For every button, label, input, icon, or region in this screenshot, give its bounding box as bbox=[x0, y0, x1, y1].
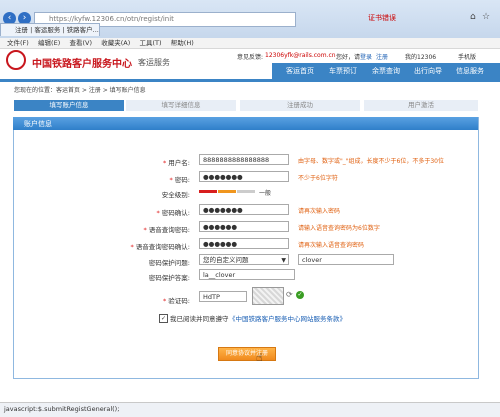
password-label: * 密码: bbox=[169, 176, 190, 184]
security-level-text: 一般 bbox=[259, 190, 272, 197]
captcha-label: * 验证码: bbox=[162, 297, 190, 305]
favorites-icon[interactable]: ☆ bbox=[482, 12, 490, 22]
check-icon: ✓ bbox=[296, 291, 304, 299]
my12306-link[interactable]: 我的12306 bbox=[405, 52, 436, 61]
query-pwd-hint: 请输入语音查询密码为6位数字 bbox=[298, 225, 380, 232]
greeting-text: 您好，请 bbox=[336, 54, 361, 61]
security-label: 安全级别: bbox=[161, 191, 190, 199]
step-details: 填写详细信息 bbox=[126, 100, 236, 111]
url-text: https://kyfw.12306.cn/otn/regist/init bbox=[49, 15, 174, 23]
breadcrumb: 您现在的位置：客运首页 > 注册 > 填写账户信息 bbox=[14, 87, 146, 94]
login-link[interactable]: 登录 bbox=[360, 52, 372, 61]
query-confirm-label: * 语音查询密码确认: bbox=[130, 243, 190, 251]
cert-error-label[interactable]: 证书错误 bbox=[368, 13, 396, 23]
register-link[interactable]: 注册 bbox=[376, 52, 388, 61]
menu-file[interactable]: 文件(F) bbox=[7, 38, 29, 48]
nav-home[interactable]: 客运首页 bbox=[286, 63, 314, 79]
status-text: javascript:$.submitRegistGeneral(); bbox=[4, 405, 120, 413]
menu-view[interactable]: 查看(V) bbox=[69, 38, 92, 48]
main-nav: 客运首页 车票预订 余票查询 出行向导 信息服务 bbox=[272, 63, 500, 79]
confirm-label: * 密码确认: bbox=[156, 209, 190, 217]
query-pwd-label: * 语音查询密码: bbox=[143, 226, 190, 234]
panel-title: 账户信息 bbox=[24, 120, 52, 128]
tab-12306[interactable]: 注册 | 客运服务 | 铁路客户... bbox=[0, 23, 100, 36]
confirm-input[interactable]: ●●●●●●● bbox=[199, 204, 289, 215]
chevron-down-icon: ▼ bbox=[281, 257, 286, 264]
panel-header bbox=[13, 117, 478, 130]
nav-guide[interactable]: 出行向导 bbox=[414, 63, 442, 79]
menu-favorites[interactable]: 收藏夹(A) bbox=[101, 38, 130, 48]
security-bar-strong bbox=[237, 190, 255, 193]
password-input[interactable]: ●●●●●●● bbox=[199, 171, 289, 182]
tab-label: 注册 | 客运服务 | 铁路客户... bbox=[15, 26, 99, 34]
security-bar-medium bbox=[218, 190, 236, 193]
question-label: 密码保护问题: bbox=[148, 259, 190, 267]
agree-text: 我已阅读并同意遵守 bbox=[170, 315, 229, 323]
nav-booking[interactable]: 车票预订 bbox=[329, 63, 357, 79]
site-subname: 客运服务 bbox=[138, 58, 170, 67]
hand-cursor-icon: ☝ bbox=[256, 351, 263, 364]
confirm-hint: 请再次输入密码 bbox=[298, 208, 341, 215]
welcome-prefix: 意见反馈: bbox=[237, 54, 264, 61]
query-confirm-input[interactable]: ●●●●●● bbox=[199, 238, 289, 249]
feedback-email[interactable]: 12306yfk@rails.com.cn bbox=[265, 52, 336, 59]
question-select[interactable]: 您的自定义问题 ▼ bbox=[199, 254, 289, 265]
header-divider bbox=[0, 79, 500, 82]
mobile-link[interactable]: 手机版 bbox=[458, 52, 476, 61]
captcha-image[interactable] bbox=[252, 287, 284, 305]
answer-label: 密码保护答案: bbox=[148, 274, 190, 282]
terms-link[interactable]: 《中国铁路客户服务中心网站服务条款》 bbox=[229, 313, 346, 323]
nav-tickets[interactable]: 余票查询 bbox=[372, 63, 400, 79]
step-success: 注册成功 bbox=[240, 100, 360, 111]
username-hint: 由字母、数字或"_"组成，长度不少于6位，不多于30位 bbox=[298, 158, 444, 165]
answer-input[interactable]: la__clover bbox=[199, 269, 295, 280]
railway-logo-icon bbox=[6, 50, 26, 70]
question-selected: 您的自定义问题 bbox=[203, 256, 249, 264]
captcha-input[interactable]: HdTP bbox=[199, 291, 247, 302]
step-activate: 用户激活 bbox=[364, 100, 478, 111]
menu-tools[interactable]: 工具(T) bbox=[140, 38, 162, 48]
menu-bar: 文件(F) 编辑(E) 查看(V) 收藏夹(A) 工具(T) 帮助(H) bbox=[0, 38, 500, 49]
question-custom-input[interactable]: clover bbox=[298, 254, 394, 265]
agree-checkbox[interactable]: ✓ bbox=[159, 314, 168, 323]
password-hint: 不少于6位字符 bbox=[298, 175, 338, 182]
username-label: * 用户名: bbox=[162, 159, 190, 167]
nav-info[interactable]: 信息服务 bbox=[456, 63, 484, 79]
query-pwd-input[interactable]: ●●●●●● bbox=[199, 221, 289, 232]
site-name: 中国铁路客户服务中心 bbox=[32, 59, 132, 70]
refresh-icon[interactable]: ⟳ bbox=[286, 290, 293, 299]
submit-button[interactable]: 同意协议并注册 bbox=[218, 347, 276, 361]
query-confirm-hint: 请再次输入语音查询密码 bbox=[298, 242, 365, 249]
home-icon[interactable]: ⌂ bbox=[470, 12, 476, 22]
step-account: 填写账户信息 bbox=[14, 100, 124, 111]
security-bar-weak bbox=[199, 190, 217, 193]
username-input[interactable]: 8888888888888888 bbox=[199, 154, 289, 165]
menu-edit[interactable]: 编辑(E) bbox=[38, 38, 60, 48]
menu-help[interactable]: 帮助(H) bbox=[171, 38, 194, 48]
